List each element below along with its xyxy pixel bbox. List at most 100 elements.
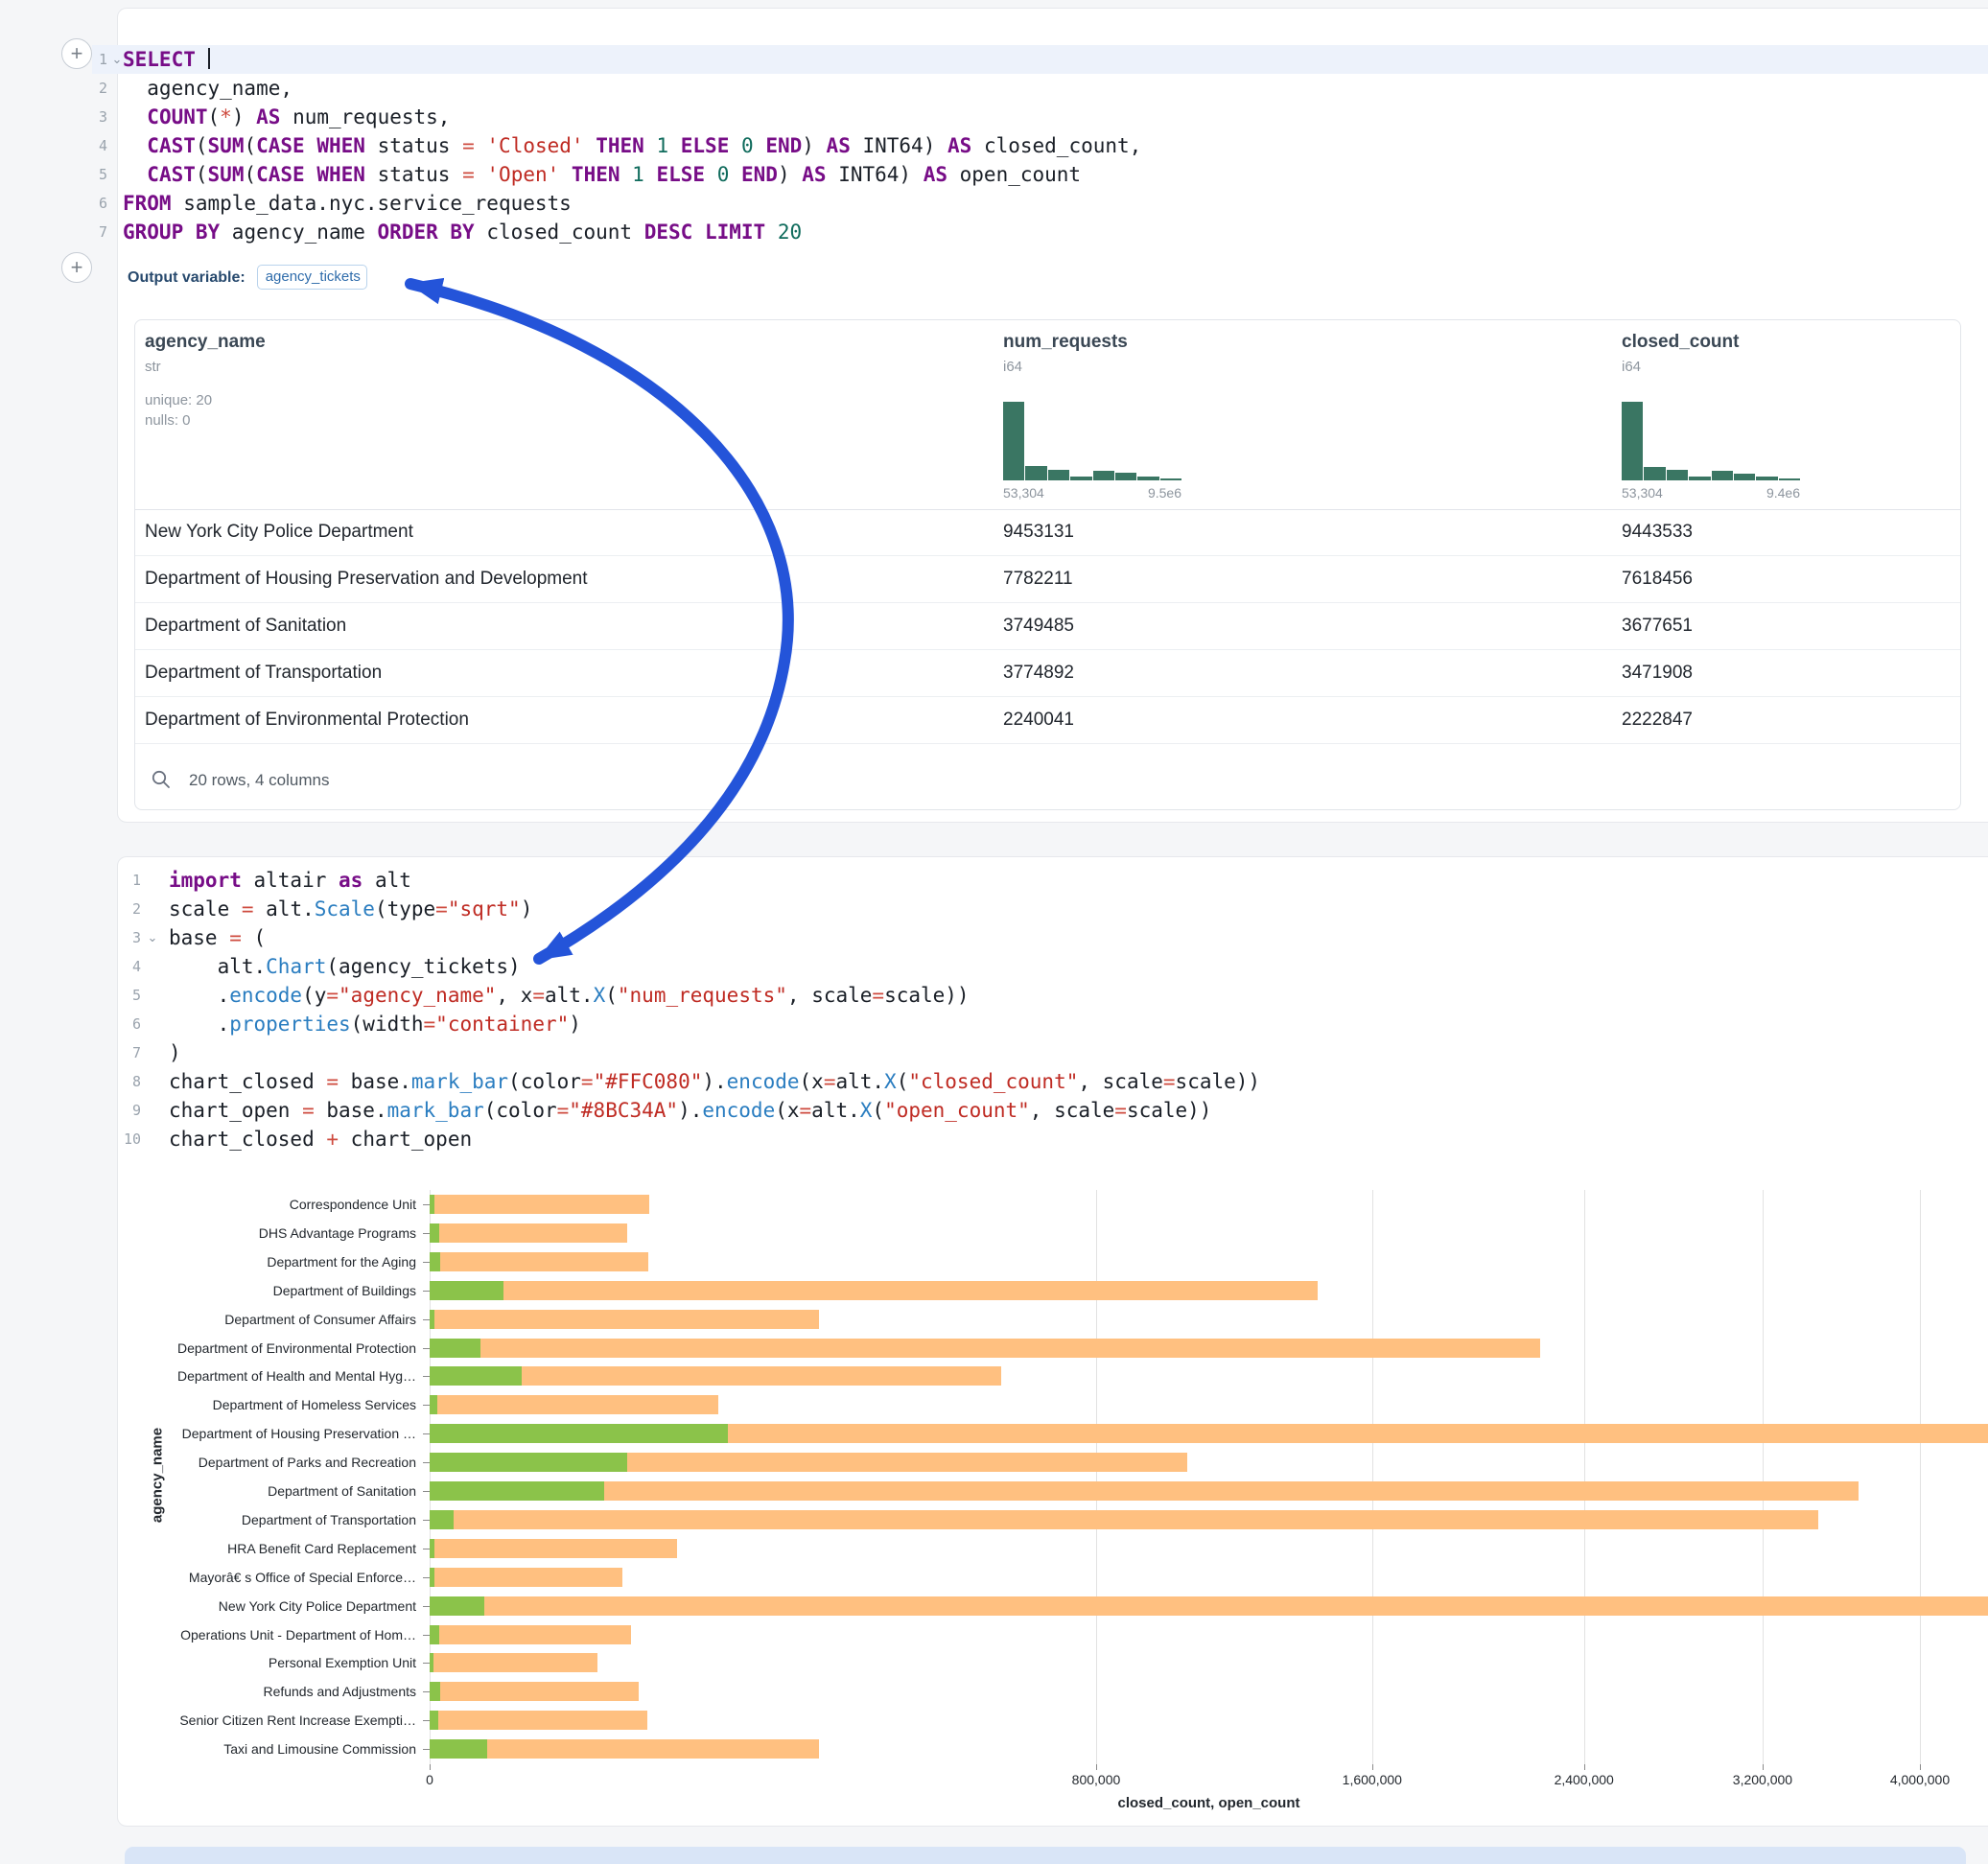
table-row[interactable]: Department of Sanitation37494853677651 <box>135 603 1960 650</box>
y-axis-label: Department of Parks and Recreation <box>125 1454 416 1471</box>
y-axis-tick <box>423 1433 430 1434</box>
histogram-bar <box>1025 466 1046 480</box>
table-row[interactable]: New York City Police Department945313194… <box>135 509 1960 556</box>
search-icon[interactable] <box>151 769 172 790</box>
bar-closed-count <box>430 1395 718 1414</box>
code-line[interactable]: import altair as alt <box>169 866 1260 895</box>
fold-chevron-icon[interactable]: ⌄ <box>144 923 161 952</box>
y-axis-label: Department of Health and Mental Hyg… <box>125 1367 416 1385</box>
code-token: = <box>424 1013 436 1036</box>
code-token: "agency_name" <box>339 984 496 1007</box>
y-axis-tick <box>423 1233 430 1234</box>
cell-agency-name: Department of Transportation <box>145 663 382 684</box>
code-token: AS <box>924 163 947 186</box>
bar-chart: closed_count, open_count agency_name 080… <box>125 1181 1988 1826</box>
code-line[interactable]: scale = alt.Scale(type="sqrt") <box>169 895 1260 923</box>
code-line[interactable]: CAST(SUM(CASE WHEN status = 'Closed' THE… <box>123 131 1141 160</box>
table-row[interactable]: Department of Environmental Protection22… <box>135 697 1960 744</box>
code-line[interactable]: COUNT(*) AS num_requests, <box>123 103 1141 131</box>
code-token <box>196 48 208 71</box>
code-token: ( <box>196 134 208 157</box>
code-line[interactable]: base = ( <box>169 923 1260 952</box>
python-code-editor[interactable]: import altair as altscale = alt.Scale(ty… <box>169 866 1260 1153</box>
code-line[interactable]: GROUP BY agency_name ORDER BY closed_cou… <box>123 218 1141 246</box>
plus-icon: + <box>71 255 83 279</box>
bar-open-count <box>430 1195 434 1214</box>
bar-open-count <box>430 1339 480 1358</box>
code-token: base. <box>339 1070 411 1093</box>
code-token: SUM <box>208 134 245 157</box>
output-variable-pill[interactable]: agency_tickets <box>257 265 367 290</box>
cell-closed-count: 3471908 <box>1622 663 1693 684</box>
code-line[interactable]: chart_closed + chart_open <box>169 1125 1260 1153</box>
x-axis-tick <box>1920 1764 1921 1770</box>
code-token: mark_bar <box>411 1070 508 1093</box>
code-line[interactable]: .properties(width="container") <box>169 1010 1260 1038</box>
code-token: ( <box>208 105 221 128</box>
histogram-bar <box>1689 477 1710 480</box>
histogram-range: 53,304 9.5e6 <box>1003 485 1181 501</box>
code-line[interactable]: .encode(y="agency_name", x=alt.X("num_re… <box>169 981 1260 1010</box>
code-token: ). <box>678 1099 702 1122</box>
code-token: = <box>557 1099 570 1122</box>
code-token: 1 <box>632 163 644 186</box>
y-axis-label: Operations Unit - Department of Hom… <box>125 1626 416 1643</box>
bar-closed-count <box>430 1625 631 1644</box>
sql-code-editor[interactable]: SELECT agency_name, COUNT(*) AS num_requ… <box>123 45 1141 246</box>
code-line[interactable]: alt.Chart(agency_tickets) <box>169 952 1260 981</box>
histogram-bar <box>1048 470 1069 480</box>
column-header-num-requests[interactable]: num_requests i64 53,304 9.5e6 <box>1003 332 1128 375</box>
code-token: = <box>462 134 475 157</box>
y-axis-tick <box>423 1663 430 1664</box>
code-token <box>692 221 705 244</box>
code-token <box>729 163 741 186</box>
code-line[interactable]: FROM sample_data.nyc.service_requests <box>123 189 1141 218</box>
code-line[interactable]: agency_name, <box>123 74 1141 103</box>
code-token: X <box>884 1070 897 1093</box>
code-line[interactable]: CAST(SUM(CASE WHEN status = 'Open' THEN … <box>123 160 1141 189</box>
y-axis-label: Refunds and Adjustments <box>125 1683 416 1700</box>
line-number: 10 <box>95 1125 141 1153</box>
cell-agency-name: Department of Housing Preservation and D… <box>145 569 588 590</box>
code-token <box>123 134 147 157</box>
y-axis-label: Taxi and Limousine Commission <box>125 1740 416 1758</box>
results-table: agency_name str unique: 20 nulls: 0 num_… <box>134 319 1961 810</box>
bar-open-count <box>430 1568 434 1587</box>
cell-closed-count: 3677651 <box>1622 616 1693 637</box>
cell-num-requests: 9453131 <box>1003 522 1074 543</box>
code-line[interactable]: ) <box>169 1038 1260 1067</box>
code-token: status <box>365 134 462 157</box>
code-token: AS <box>802 163 826 186</box>
next-cell-indicator[interactable] <box>125 1847 1966 1864</box>
code-line[interactable]: chart_open = base.mark_bar(color="#8BC34… <box>169 1096 1260 1125</box>
column-header-closed-count[interactable]: closed_count i64 53,304 9.4e6 <box>1622 332 1739 375</box>
x-axis-tick <box>1763 1764 1764 1770</box>
add-cell-button-middle[interactable]: + <box>61 252 92 283</box>
code-token: 0 <box>717 163 730 186</box>
code-token: (y <box>302 984 326 1007</box>
column-type: i64 <box>1622 359 1739 375</box>
code-token: = <box>1163 1070 1176 1093</box>
code-token: scale <box>169 897 242 920</box>
code-line[interactable]: chart_closed = base.mark_bar(color="#FFC… <box>169 1067 1260 1096</box>
line-number: 5 <box>67 160 107 189</box>
code-token: import <box>169 869 242 892</box>
y-axis-tick <box>423 1520 430 1521</box>
code-token: num_requests, <box>280 105 450 128</box>
table-row[interactable]: Department of Housing Preservation and D… <box>135 556 1960 603</box>
code-token: base <box>169 926 229 949</box>
code-token: "closed_count" <box>908 1070 1078 1093</box>
histogram-bar <box>1734 474 1755 480</box>
line-number: 5 <box>95 981 141 1010</box>
code-token: altair <box>242 869 339 892</box>
code-token: CAST <box>147 163 196 186</box>
cell-closed-count: 7618456 <box>1622 569 1693 590</box>
y-axis-tick <box>423 1720 430 1721</box>
row-count-label: 20 rows, 4 columns <box>189 771 329 790</box>
column-type: i64 <box>1003 359 1128 375</box>
code-token: X <box>594 984 606 1007</box>
column-header-agency-name[interactable]: agency_name str unique: 20 nulls: 0 <box>145 332 266 429</box>
code-token: properties <box>229 1013 350 1036</box>
code-line[interactable]: SELECT <box>123 45 1141 74</box>
table-row[interactable]: Department of Transportation377489234719… <box>135 650 1960 697</box>
